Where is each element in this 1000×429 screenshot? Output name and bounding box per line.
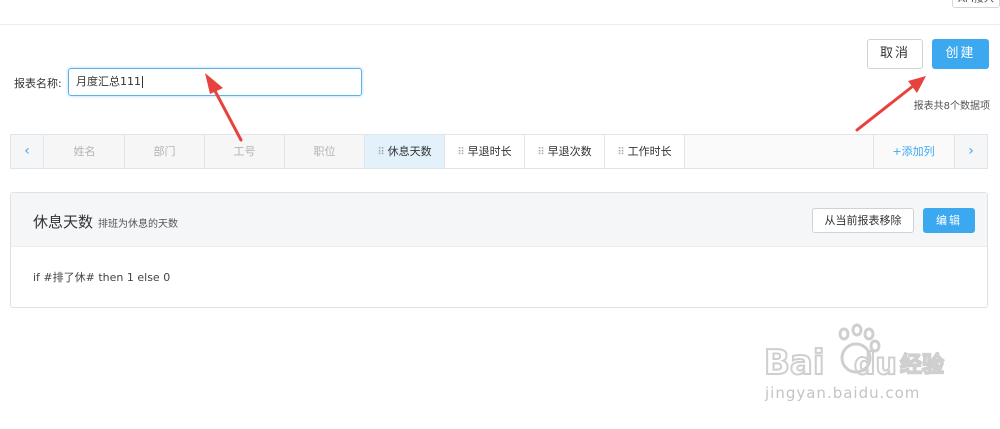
arrow-to-create-button [855,76,926,132]
svg-text:Bai: Bai [764,343,825,382]
arrow-to-name-input [205,73,243,142]
watermark-url: jingyan.baidu.com [765,384,921,402]
baidu-jingyan-watermark-logo: Bai du 经验 [763,323,945,382]
svg-text:du: du [854,347,897,382]
svg-text:经验: 经验 [900,352,944,378]
